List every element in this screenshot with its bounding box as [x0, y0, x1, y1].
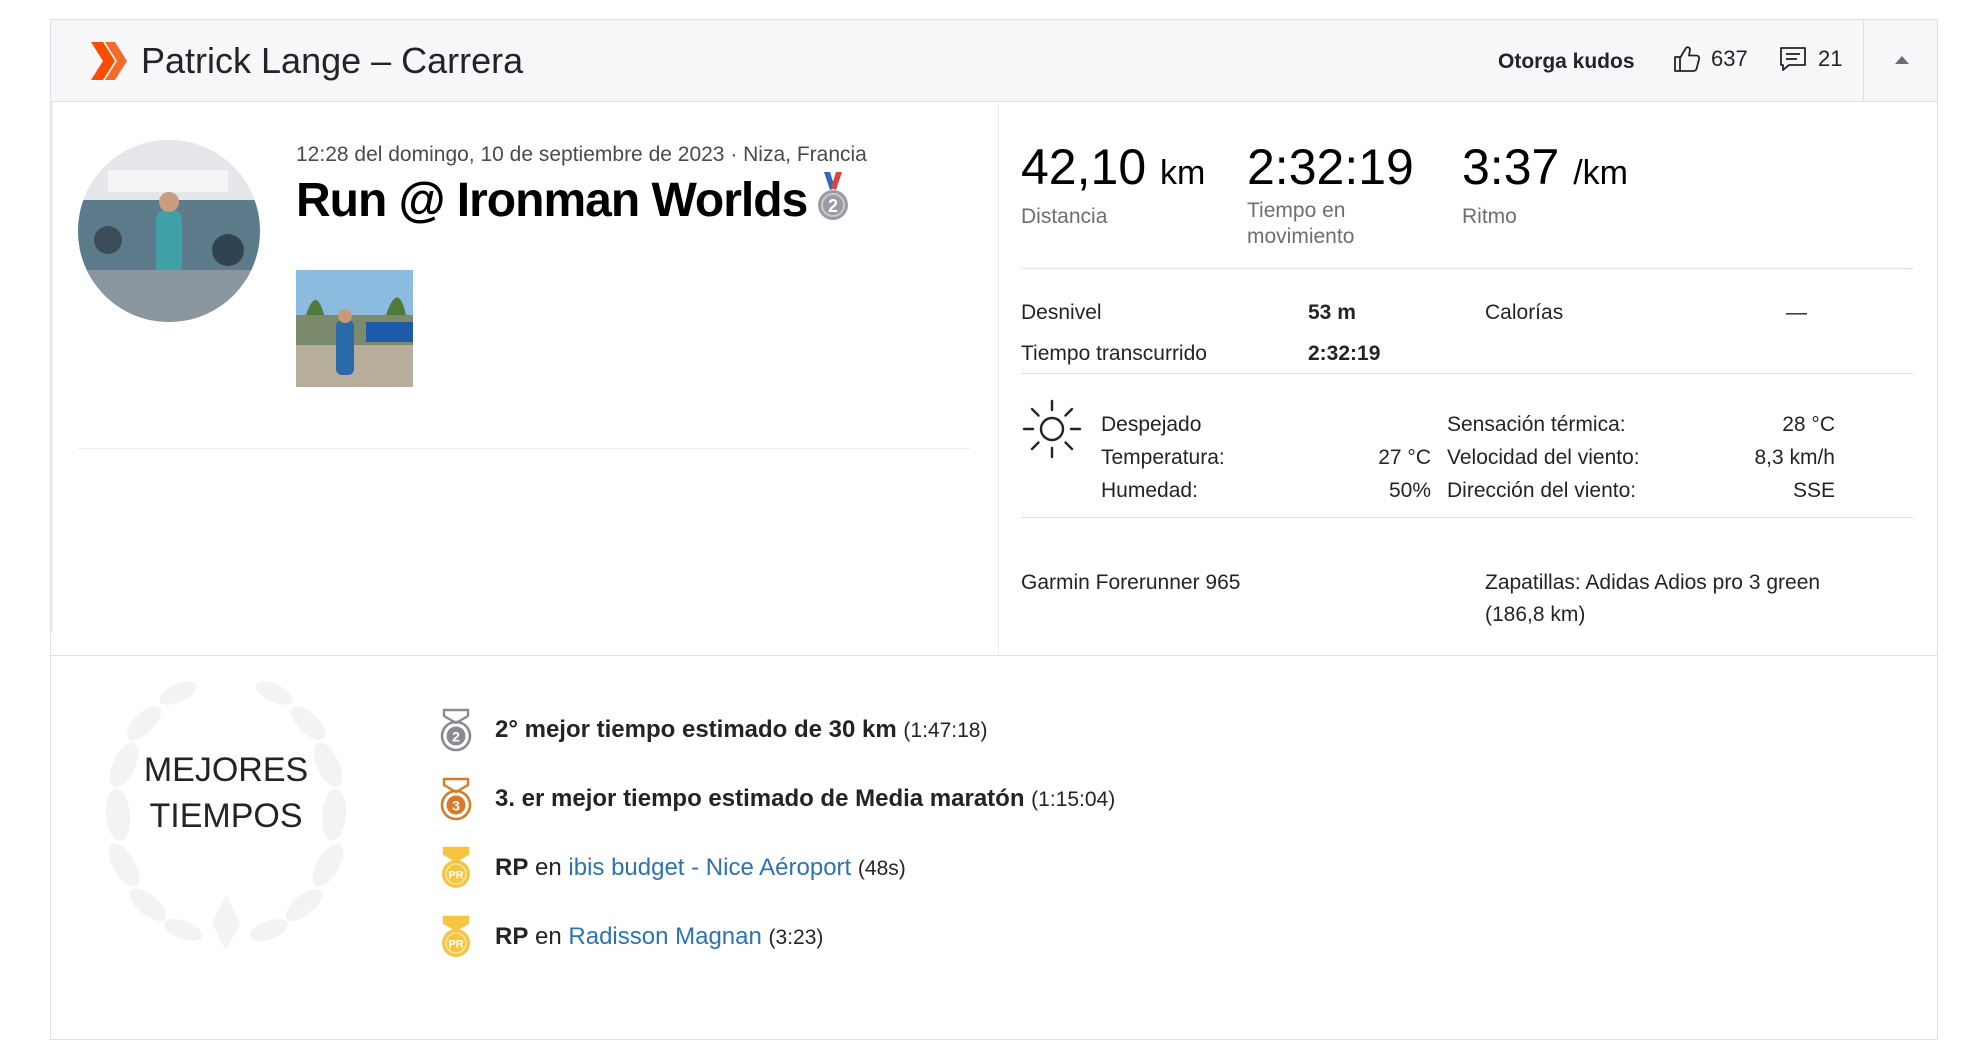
achievement-title: RP — [495, 922, 529, 950]
pace-value: 3:37 — [1462, 139, 1560, 195]
section-divider — [51, 655, 1937, 656]
humidity-value: 50% — [1388, 479, 1431, 502]
achievement-title: 3. er mejor tiempo estimado de Media mar… — [495, 784, 1025, 812]
achievement-item: 3 3. er mejor tiempo estimado de Media m… — [436, 777, 1115, 821]
temperature-label: Temperatura: — [1101, 446, 1225, 469]
best-efforts-heading: MEJORES TIEMPOS — [111, 747, 341, 839]
stats-divider-1 — [1021, 268, 1913, 269]
achievement-time: (1:47:18) — [903, 718, 988, 742]
best-efforts-heading-1: MEJORES — [143, 751, 309, 789]
activity-header: Patrick Lange – Carrera Otorga kudos 637… — [51, 20, 1937, 102]
pr-badge-text: PR — [448, 870, 463, 882]
shoes-line-2: (186,8 km) — [1485, 603, 1586, 626]
achievement-connector: en — [535, 922, 562, 950]
feels-like-value: 28 °C — [1782, 413, 1835, 436]
moving-time-stat: 2:32:19 Tiempo en movimiento — [1247, 138, 1414, 250]
feels-like-label: Sensación térmica: — [1447, 413, 1626, 436]
achievement-time: (48s) — [857, 856, 906, 880]
silver-medal-icon: 2 — [440, 708, 472, 752]
distance-unit: km — [1160, 154, 1206, 192]
avatar-photo — [78, 140, 260, 322]
distance-label: Distancia — [1021, 205, 1108, 228]
wind-speed-label: Velocidad del viento: — [1447, 446, 1640, 469]
pace-stat: 3:37 /km Ritmo — [1462, 138, 1628, 230]
pace-unit: /km — [1573, 154, 1629, 192]
moving-time-label-1: Tiempo en — [1247, 199, 1346, 222]
achievement-item: PR RP en Radisson Magnan (3:23) — [436, 915, 823, 959]
achievement-time: (1:15:04) — [1031, 787, 1116, 811]
temperature-value: 27 °C — [1378, 446, 1431, 469]
achievement-item: PR RP en ibis budget - Nice Aéroport (48… — [436, 846, 906, 890]
collapse-caret-icon[interactable] — [1892, 50, 1912, 70]
kudos-count: 637 — [1711, 46, 1748, 71]
achievement-rank: 3 — [452, 798, 460, 814]
device-name: Garmin Forerunner 965 — [1021, 571, 1241, 594]
activity-meta: 12:28 del domingo, 10 de septiembre de 2… — [296, 143, 867, 166]
distance-value: 42,10 — [1021, 139, 1147, 195]
elapsed-time-value: 2:32:19 — [1308, 342, 1381, 365]
moving-time-value: 2:32:19 — [1247, 139, 1414, 195]
moving-time-label-2: movimiento — [1247, 225, 1355, 248]
thumbs-up-icon — [1674, 46, 1701, 72]
achievement-item: 2 2° mejor tiempo estimado de 30 km (1:4… — [436, 708, 987, 752]
segment-link[interactable]: ibis budget - Nice Aéroport — [568, 854, 851, 881]
achievement-rank: 2 — [452, 729, 460, 745]
title-medal-rank: 2 — [828, 196, 838, 216]
achievement-connector: en — [535, 853, 562, 881]
column-divider — [998, 102, 999, 655]
stats-divider-3 — [1021, 517, 1913, 518]
header-divider — [1863, 20, 1864, 101]
wind-direction-label: Dirección del viento: — [1447, 479, 1637, 502]
left-divider — [78, 448, 970, 449]
calories-value: — — [1786, 301, 1807, 324]
sun-icon — [1022, 399, 1082, 459]
stats-divider-2 — [1021, 373, 1913, 374]
pr-medal-icon: PR — [442, 915, 470, 957]
pr-badge-text: PR — [448, 939, 463, 951]
achievement-time: (3:23) — [768, 925, 824, 949]
header-athlete-title: Patrick Lange – Carrera — [141, 40, 524, 81]
pace-label: Ritmo — [1462, 205, 1517, 228]
give-kudos-button[interactable]: Otorga kudos — [1498, 48, 1635, 76]
activity-photo — [296, 270, 413, 387]
athlete-avatar[interactable] — [78, 140, 260, 322]
comment-icon — [1780, 47, 1806, 71]
activity-card: Patrick Lange – Carrera Otorga kudos 637… — [50, 19, 1938, 1040]
comments-count: 21 — [1818, 46, 1843, 71]
segment-link[interactable]: Radisson Magnan — [568, 923, 761, 950]
page-left-rail — [51, 20, 53, 632]
wind-speed-value: 8,3 km/h — [1754, 446, 1835, 469]
run-chevron-icon — [91, 42, 127, 80]
shoes-line-1: Zapatillas: Adidas Adios pro 3 green — [1485, 571, 1821, 594]
elevation-label: Desnivel — [1021, 301, 1102, 324]
best-efforts-heading-2: TIEMPOS — [149, 797, 303, 835]
calories-label: Calorías — [1485, 301, 1564, 324]
activity-photo-thumbnail[interactable] — [296, 270, 413, 387]
silver-medal-icon: 2 — [818, 172, 848, 220]
wind-direction-value: SSE — [1792, 479, 1835, 502]
bronze-medal-icon: 3 — [440, 777, 472, 821]
weather-condition: Despejado — [1101, 413, 1202, 436]
humidity-label: Humedad: — [1101, 479, 1198, 502]
comments-count-button[interactable]: 21 — [1778, 44, 1842, 74]
pr-medal-icon: PR — [442, 846, 470, 888]
kudos-count-button[interactable]: 637 — [1671, 44, 1748, 74]
elevation-value: 53 m — [1308, 301, 1356, 324]
activity-title: Run @ Ironman Worlds — [296, 174, 808, 227]
achievement-title: RP — [495, 853, 529, 881]
distance-stat: 42,10 km Distancia — [1021, 138, 1205, 230]
elapsed-time-label: Tiempo transcurrido — [1021, 342, 1207, 365]
achievement-title: 2° mejor tiempo estimado de 30 km — [495, 715, 897, 743]
